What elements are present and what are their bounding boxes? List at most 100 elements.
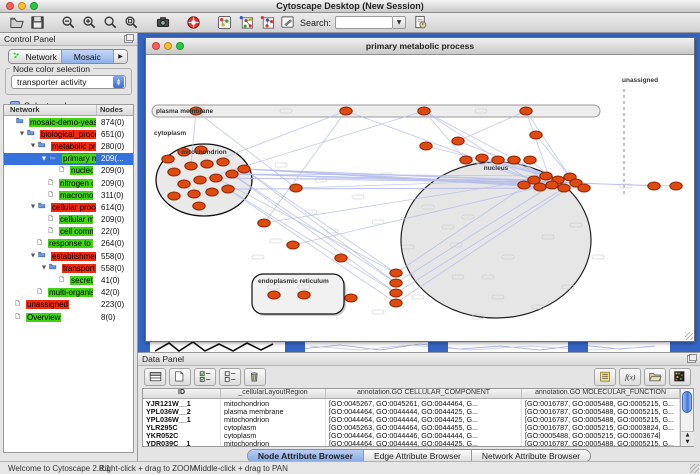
tree-row[interactable]: ▼transport558(0) [4, 262, 133, 274]
zoom-selected-icon[interactable] [121, 14, 142, 32]
matrix-icon[interactable] [669, 368, 691, 386]
compartment-plasma-membrane [152, 105, 600, 117]
select-attributes-icon[interactable] [194, 368, 216, 386]
minimize-window-icon[interactable] [18, 2, 26, 10]
close-window-icon[interactable] [6, 2, 14, 10]
app-resize-grip[interactable] [690, 464, 699, 473]
import-network-icon[interactable] [410, 14, 431, 32]
tree-row[interactable]: ▼establishment of lo558(0) [4, 250, 133, 262]
tree-row[interactable]: mosaic-demo-yeast874(0) [4, 116, 133, 128]
tree-row[interactable]: Overview8(0) [4, 311, 133, 323]
unselect-attributes-icon[interactable] [219, 368, 241, 386]
tree-row[interactable]: ▼biological_process651(0) [4, 128, 133, 140]
tree-row[interactable]: cell communicat22(0) [4, 226, 133, 238]
folder-icon [48, 154, 60, 164]
open-folder-icon[interactable] [6, 14, 27, 32]
column-header[interactable]: _cellularLayoutRegion [221, 389, 326, 398]
node-color-selection-group: Node color selection transporter activit… [5, 68, 132, 95]
table-row[interactable]: YPL036W__2plasma membrane[GO:0044464, GO… [143, 407, 680, 415]
background-window-edge [428, 342, 448, 352]
zoom-in-icon[interactable] [79, 14, 100, 32]
tree-column-nodes[interactable]: Nodes [97, 105, 123, 115]
folder-icon [48, 263, 60, 273]
zoom-out-icon[interactable] [58, 14, 79, 32]
network-canvas[interactable]: plasma membranecytoplasmmitochondrionnuc… [146, 55, 694, 341]
tab-network[interactable]: Network [9, 50, 62, 63]
tree-row[interactable]: secretion41(0) [4, 274, 133, 286]
tab-mosaic[interactable]: Mosaic [62, 50, 115, 63]
graph-node [476, 154, 488, 162]
tree-row-count: 223(0) [101, 300, 124, 309]
close-network-icon[interactable] [152, 42, 160, 50]
attribute-table: ID_cellularLayoutRegionannotation.GO CEL… [142, 388, 694, 447]
tree-row-label: cellular metabol [59, 215, 93, 224]
vizmapper-icon[interactable] [214, 14, 235, 32]
tree-column-network[interactable]: Network [4, 105, 97, 115]
column-header[interactable]: annotation.GO CELLULAR_COMPONENT [326, 389, 522, 398]
tree-row[interactable]: response to stimulu264(0) [4, 238, 133, 250]
tree-row[interactable]: unassigned223(0) [4, 299, 133, 311]
expand-arrow-icon[interactable]: ▼ [18, 131, 26, 137]
table-cell: [GO:0005488, GO:0005215, GO:0003674] [522, 431, 680, 439]
expand-arrow-icon[interactable]: ▼ [29, 204, 37, 210]
table-row[interactable]: YDR039C__1mitochondrion[GO:0044464, GO:0… [143, 439, 680, 446]
float-data-panel-icon[interactable] [687, 355, 696, 363]
tree-row-count: 209(0) [101, 179, 124, 188]
graph-node [508, 156, 520, 164]
expand-arrow-icon[interactable]: ▼ [40, 156, 48, 162]
float-panel-icon[interactable] [124, 35, 133, 43]
network-window-titlebar[interactable]: primary metabolic process [146, 38, 694, 55]
table-cell: [GO:0016787, GO:0005488, GO:0005215, G..… [522, 407, 680, 415]
zoom-fit-icon[interactable] [100, 14, 121, 32]
import-attributes-icon[interactable] [644, 368, 666, 386]
table-scrollbar[interactable]: ▲▼ [680, 389, 693, 446]
tree-row[interactable]: nitrogen compo209(0) [4, 177, 133, 189]
tree-row[interactable]: macromolecule311(0) [4, 189, 133, 201]
annotation-icon[interactable] [277, 14, 298, 32]
function-builder-icon[interactable]: f(x) [619, 368, 641, 386]
scrollbar-arrows[interactable]: ▲▼ [681, 431, 694, 446]
zoom-window-icon[interactable] [30, 2, 38, 10]
tree-row[interactable]: nucleobase-209(0) [4, 165, 133, 177]
node-label-mark [352, 195, 364, 199]
network-overlay2-icon[interactable] [256, 14, 277, 32]
new-attribute-icon[interactable] [169, 368, 191, 386]
table-cell: [GO:0044464, GO:0044444, GO:0044425, G..… [326, 407, 522, 415]
search-dropdown-icon[interactable]: ▼ [393, 16, 406, 29]
save-icon[interactable] [27, 14, 48, 32]
tree-row[interactable]: cellular metabol209(0) [4, 214, 133, 226]
toolbar-separator [173, 14, 183, 32]
column-header[interactable]: annotation.GO MOLECULAR_FUNCTION [522, 389, 680, 398]
minimize-network-icon[interactable] [164, 42, 172, 50]
dropdown-value: transporter activity [17, 77, 86, 87]
scrollbar-thumb[interactable] [682, 391, 692, 413]
expand-arrow-icon[interactable]: ▼ [29, 143, 37, 149]
tree-row[interactable]: ▼primary metabo209(... [4, 153, 133, 165]
table-row[interactable]: YLR295Ccytoplasm[GO:0045263, GO:0044464,… [143, 423, 680, 431]
table-cell: cytoplasm [221, 431, 326, 439]
tree-row[interactable]: multi-organism pro42(0) [4, 287, 133, 299]
expand-arrow-icon[interactable]: ▼ [29, 253, 37, 259]
table-icon[interactable] [144, 368, 166, 386]
tree-row-count: 209(... [101, 154, 124, 163]
snapshot-camera-icon[interactable] [152, 14, 173, 32]
node-color-dropdown[interactable]: transporter activity ▲▼ [11, 75, 126, 89]
tree-row[interactable]: ▼metabolic process280(0) [4, 140, 133, 152]
zoom-network-icon[interactable] [176, 42, 184, 50]
table-row[interactable]: YPL036W__1mitochondrion[GO:0044464, GO:0… [143, 415, 680, 423]
tab-overflow-arrow-icon[interactable]: ▶ [114, 50, 127, 63]
tree-row[interactable]: ▼cellular process614(0) [4, 201, 133, 213]
column-header[interactable]: ID [143, 389, 221, 398]
window-resize-grip[interactable] [685, 332, 693, 340]
expand-arrow-icon[interactable]: ▼ [40, 265, 48, 271]
search-input[interactable] [335, 16, 393, 29]
network-overlay-icon[interactable] [235, 14, 256, 32]
file-icon [59, 165, 68, 176]
table-row[interactable]: YKR052Ccytoplasm[GO:0044464, GO:0044446,… [143, 431, 680, 439]
table-row[interactable]: YJR121W__1mitochondrion[GO:0045267, GO:0… [143, 399, 680, 407]
help-lifesaver-icon[interactable] [183, 14, 204, 32]
tree-row-count: 558(0) [101, 264, 124, 273]
attribute-list-icon[interactable] [594, 368, 616, 386]
control-panel-header: Control Panel [0, 33, 137, 46]
delete-attribute-icon[interactable] [244, 368, 266, 386]
